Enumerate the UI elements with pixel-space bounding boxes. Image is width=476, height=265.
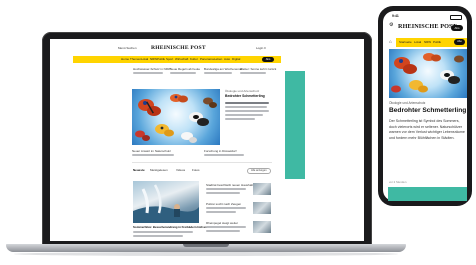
laptop-header-right[interactable]: Login ≡ [256, 47, 266, 50]
butterfly-icon [394, 57, 417, 74]
phone-nav-item[interactable]: NRW [424, 38, 431, 47]
laptop-list-line [206, 192, 240, 194]
phone-abo-button[interactable]: Abo [451, 25, 463, 31]
phone-nav-item[interactable]: Lokal [414, 38, 421, 47]
laptop-logo[interactable]: RHEINISCHE POST [151, 45, 206, 51]
laptop-nav-item[interactable]: Digital [232, 56, 240, 63]
laptop-hero-headline[interactable]: Bedrohter Schmetterling [225, 94, 265, 98]
laptop-list-line [206, 226, 246, 228]
laptop-list-line [206, 230, 240, 232]
butterfly-icon [155, 124, 174, 137]
laptop-hero-caption[interactable]: Forschung in Düsseldorf [204, 150, 237, 153]
phone-body-text: Der Schmetterling ist Symbol des Sommers… [389, 119, 465, 140]
home-icon[interactable]: ⌂ [389, 39, 392, 45]
laptop-teaser[interactable]: Hochwasser-Schutz in NRW [133, 68, 171, 71]
butterflies-illustration [391, 53, 464, 93]
laptop-abo-button[interactable]: Abo [262, 57, 274, 62]
phone-status-time: 9:41 [392, 14, 399, 18]
laptop-nav-item[interactable]: Leben [214, 56, 222, 63]
laptop-hero-image[interactable] [132, 89, 220, 145]
water-fountain-illustration [133, 184, 199, 223]
butterfly-icon [409, 80, 428, 93]
laptop-teaser-line [240, 72, 266, 74]
laptop-nav-item[interactable]: Sport [166, 56, 173, 63]
butterfly-icon [170, 94, 188, 103]
laptop-divider [132, 162, 272, 163]
laptop-hero-text-line [225, 102, 269, 104]
battery-icon [450, 15, 462, 20]
laptop-nav-item[interactable]: Panorama [200, 56, 214, 63]
phone-headline[interactable]: Bedrohter Schmetterling [389, 107, 466, 115]
laptop-list-line [206, 207, 246, 209]
phone-logo[interactable]: RHEINISCHE POST [398, 23, 457, 30]
laptop-list-thumb[interactable] [253, 221, 271, 233]
laptop-hero-text-line [225, 118, 255, 120]
laptop-hero-kicker: Ökologie und Artenschutz [225, 89, 260, 93]
phone-nav-item[interactable]: Startseite [399, 38, 412, 47]
laptop-nav-item[interactable]: Wirtschaft [175, 56, 188, 63]
laptop-teaser-line [204, 72, 232, 74]
laptop-notch [183, 244, 229, 247]
laptop-teaser-line [133, 72, 163, 74]
laptop-hero-text-line [225, 110, 269, 112]
laptop-nav-item[interactable]: Home [121, 56, 129, 63]
laptop-caption-line [132, 154, 174, 156]
laptop-nav-item[interactable]: Themen [130, 56, 141, 63]
laptop-teaser[interactable]: Bundesliga am Wochenende [204, 68, 242, 71]
gear-icon[interactable]: ⚙ [389, 23, 393, 28]
phone-ad-banner [388, 187, 467, 201]
laptop-caption-line [204, 154, 244, 156]
butterfly-icon [189, 112, 209, 126]
laptop-hero-caption[interactable]: Neuer Ansatz im Naturschutz [132, 150, 171, 153]
laptop-list-line [206, 188, 246, 190]
laptop-list-thumb[interactable] [253, 183, 271, 195]
laptop-teaser-line [170, 72, 196, 74]
laptop-list-item[interactable]: Rheinpegel steigt weiter [206, 222, 238, 225]
laptop-nav-item[interactable]: Kultur [190, 56, 198, 63]
laptop-section-tab[interactable]: Neueste [133, 169, 145, 172]
laptop-section-tab[interactable]: Meistgelesen [150, 169, 168, 172]
butterfly-icon [203, 97, 217, 108]
laptop-hero-text-line [225, 114, 263, 116]
laptop-list-line [206, 211, 236, 213]
laptop-show-all-button[interactable]: Alle anzeigen [247, 168, 271, 174]
phone-nav-pill[interactable]: Abo [454, 39, 465, 45]
laptop-list-thumb[interactable] [253, 202, 271, 214]
laptop-ad-banner [285, 71, 305, 179]
butterfly-icon [440, 70, 460, 84]
laptop-lead-text-line [133, 231, 193, 233]
butterfly-icon [391, 85, 401, 93]
laptop-section-tab[interactable]: Videos [176, 169, 185, 172]
laptop-list-item[interactable]: Stadtrat beschließt neuen Haushalt [206, 184, 253, 187]
butterfly-icon [423, 53, 441, 62]
phone-timestamp: vor 2 Stunden [389, 180, 407, 184]
phone-nav-item[interactable]: Politik [433, 38, 441, 47]
laptop-teaser[interactable]: Wetter: Sonne kehrt zurück [240, 68, 276, 71]
laptop-hero-text-line [225, 106, 267, 108]
phone-kicker: Ökologie und Artenschutz [389, 101, 426, 105]
butterfly-icon [135, 130, 150, 141]
laptop-list-item[interactable]: Polizei sucht nach Zeugen [206, 203, 241, 206]
laptop-section-tab[interactable]: Fotos [192, 169, 200, 172]
laptop-lead-image[interactable] [133, 181, 199, 223]
laptop-nav-item[interactable]: Auto [224, 56, 230, 63]
butterflies-illustration [135, 94, 217, 143]
laptop-lead-headline[interactable]: Sommerhitze: Besucherandrang in Freibäde… [133, 226, 207, 229]
laptop-teaser[interactable]: Neue Regeln ab heute [170, 68, 200, 71]
butterfly-icon [181, 132, 197, 143]
laptop-header-left[interactable]: Menü Suchen [118, 47, 137, 50]
phone-hero-image[interactable] [389, 49, 467, 98]
laptop-lead-text-line [133, 235, 183, 237]
butterfly-icon [454, 55, 464, 63]
laptop-nav-item[interactable]: Lokal [141, 56, 148, 63]
laptop-nav-item[interactable]: Politik [157, 56, 165, 63]
laptop-shadow [14, 252, 398, 256]
butterfly-icon [138, 99, 161, 116]
